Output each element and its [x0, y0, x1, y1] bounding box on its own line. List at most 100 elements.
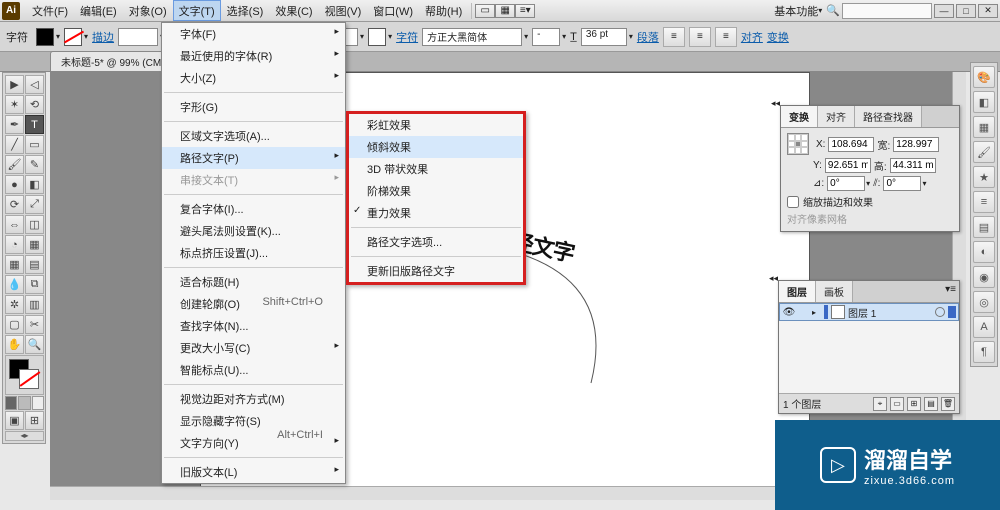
submenu-item[interactable]: 彩虹效果 [349, 114, 523, 136]
menu-item[interactable]: 区域文字选项(A)... [162, 125, 345, 147]
lasso-tool[interactable]: ⟲ [25, 95, 44, 114]
submenu-item[interactable]: 重力效果 [349, 202, 523, 224]
target-icon[interactable] [935, 307, 945, 317]
locate-object-icon[interactable]: ⌖ [873, 397, 887, 411]
chevron-down-icon[interactable]: ▾ [84, 32, 88, 41]
menu-item[interactable]: 文字方向(Y) [162, 432, 345, 454]
stroke-icon[interactable]: ≡ [973, 191, 995, 213]
brushes-icon[interactable]: 🖌 [973, 141, 995, 163]
direct-selection-tool[interactable]: ◁ [25, 75, 44, 94]
menu-object[interactable]: 对象(O) [123, 0, 173, 21]
menu-view[interactable]: 视图(V) [319, 0, 368, 21]
eyedropper-tool[interactable]: 💧 [5, 275, 24, 294]
tab-transform[interactable]: 变换 [781, 106, 818, 127]
graph-tool[interactable]: ▥ [25, 295, 44, 314]
w-input[interactable] [893, 137, 939, 152]
shear-input[interactable] [883, 176, 921, 191]
reference-point[interactable] [787, 133, 809, 155]
menu-item[interactable]: 视觉边距对齐方式(M) [162, 388, 345, 410]
menu-item[interactable]: 查找字体(N)... [162, 315, 345, 337]
character-icon[interactable]: A [973, 316, 995, 338]
chevron-down-icon[interactable]: ▾ [562, 32, 566, 41]
layer-name[interactable]: 图层 1 [848, 305, 876, 320]
layer-row[interactable]: 👁 ▸ 图层 1 [779, 303, 959, 321]
new-layer-icon[interactable]: ▤ [924, 397, 938, 411]
submenu-item[interactable]: 阶梯效果 [349, 180, 523, 202]
pencil-tool[interactable]: ✎ [25, 155, 44, 174]
swatches-icon[interactable]: ▦ [973, 116, 995, 138]
mesh-tool[interactable]: ▦ [5, 255, 24, 274]
graphic-styles-icon[interactable]: ◎ [973, 291, 995, 313]
x-input[interactable] [828, 137, 874, 152]
quick-search-input[interactable] [842, 3, 932, 19]
menu-item[interactable]: 字体(F) [162, 23, 345, 45]
background-swatch[interactable] [19, 369, 39, 389]
selection-tool[interactable]: ▶ [5, 75, 24, 94]
align-left-icon[interactable]: ≡ [663, 27, 685, 47]
menu-item[interactable]: 智能标点(U)... [162, 359, 345, 381]
gradient-icon[interactable]: ▤ [973, 216, 995, 238]
artboard-tool[interactable]: ▢ [5, 315, 24, 334]
menu-item[interactable]: 字形(G) [162, 96, 345, 118]
rectangle-tool[interactable]: ▭ [25, 135, 44, 154]
menu-item[interactable]: 最近使用的字体(R) [162, 45, 345, 67]
hand-tool[interactable]: ✋ [5, 335, 24, 354]
align-center-icon[interactable]: ≡ [689, 27, 711, 47]
scale-tool[interactable]: ⤢ [25, 195, 44, 214]
symbol-sprayer-tool[interactable]: ✲ [5, 295, 24, 314]
submenu-item[interactable]: 3D 带状效果 [349, 158, 523, 180]
y-input[interactable] [825, 158, 871, 173]
panel-menu-icon[interactable]: ▾≡ [942, 281, 959, 302]
menu-edit[interactable]: 编辑(E) [74, 0, 123, 21]
submenu-item[interactable]: 路径文字选项... [349, 231, 523, 253]
perspective-tool[interactable]: ▦ [25, 235, 44, 254]
change-screen-tool[interactable]: ⊞ [25, 411, 44, 430]
maximize-button[interactable]: □ [956, 4, 976, 18]
blend-tool[interactable]: ⧉ [25, 275, 44, 294]
free-transform-tool[interactable]: ◫ [25, 215, 44, 234]
paragraph-icon[interactable]: ¶ [973, 341, 995, 363]
align-link[interactable]: 对齐 [741, 29, 763, 45]
panel-collapse-icon[interactable]: ◂◂ [769, 273, 778, 284]
angle-input[interactable] [827, 176, 865, 191]
screen-mode-icon[interactable]: ▦ [495, 4, 515, 18]
blob-brush-tool[interactable]: ● [5, 175, 24, 194]
character-link[interactable]: 字符 [396, 29, 418, 45]
pen-tool[interactable]: ✒ [5, 115, 24, 134]
stroke-swatch[interactable] [64, 28, 82, 46]
menu-type[interactable]: 文字(T) [173, 0, 221, 21]
menu-item[interactable]: 创建轮廓(O)Shift+Ctrl+O [162, 293, 345, 315]
color-panel-icon[interactable]: 🎨 [973, 66, 995, 88]
magic-wand-tool[interactable]: ✶ [5, 95, 24, 114]
chevron-down-icon[interactable]: ▾ [56, 32, 60, 41]
close-button[interactable]: ✕ [978, 4, 998, 18]
fill-swatch[interactable] [36, 28, 54, 46]
visibility-icon[interactable]: 👁 [780, 307, 798, 318]
tools-expand-button[interactable]: ◂▸ [5, 431, 44, 441]
chevron-down-icon[interactable]: ▾ [629, 32, 633, 41]
submenu-item[interactable]: 倾斜效果 [349, 136, 523, 158]
opacity-swatch[interactable] [368, 28, 386, 46]
stroke-link[interactable]: 描边 [92, 29, 114, 45]
font-style-input[interactable]: - [532, 28, 560, 46]
chevron-down-icon[interactable]: ▾ [524, 32, 528, 41]
type-tool[interactable]: T [25, 115, 44, 134]
disclosure-triangle-icon[interactable]: ▸ [812, 308, 824, 317]
minimize-button[interactable]: — [934, 4, 954, 18]
menu-item[interactable]: 路径文字(P) [162, 147, 345, 169]
document-tab[interactable]: 未标题-5* @ 99% (CM [50, 51, 172, 71]
appearance-icon[interactable]: ◉ [973, 266, 995, 288]
zoom-tool[interactable]: 🔍 [25, 335, 44, 354]
color-guide-icon[interactable]: ◧ [973, 91, 995, 113]
gradient-tool[interactable]: ▤ [25, 255, 44, 274]
font-size-input[interactable]: 36 pt [581, 28, 627, 46]
transform-link[interactable]: 变换 [767, 29, 789, 45]
menu-item[interactable]: 复合字体(I)... [162, 198, 345, 220]
chevron-down-icon[interactable]: ▾ [360, 32, 364, 41]
tab-artboards[interactable]: 画板 [816, 281, 853, 302]
transparency-icon[interactable]: ◐ [973, 241, 995, 263]
workspace-label[interactable]: 基本功能 [774, 3, 818, 19]
menu-item[interactable]: 标点挤压设置(J)... [162, 242, 345, 264]
menu-window[interactable]: 窗口(W) [367, 0, 419, 21]
h-input[interactable] [890, 158, 936, 173]
